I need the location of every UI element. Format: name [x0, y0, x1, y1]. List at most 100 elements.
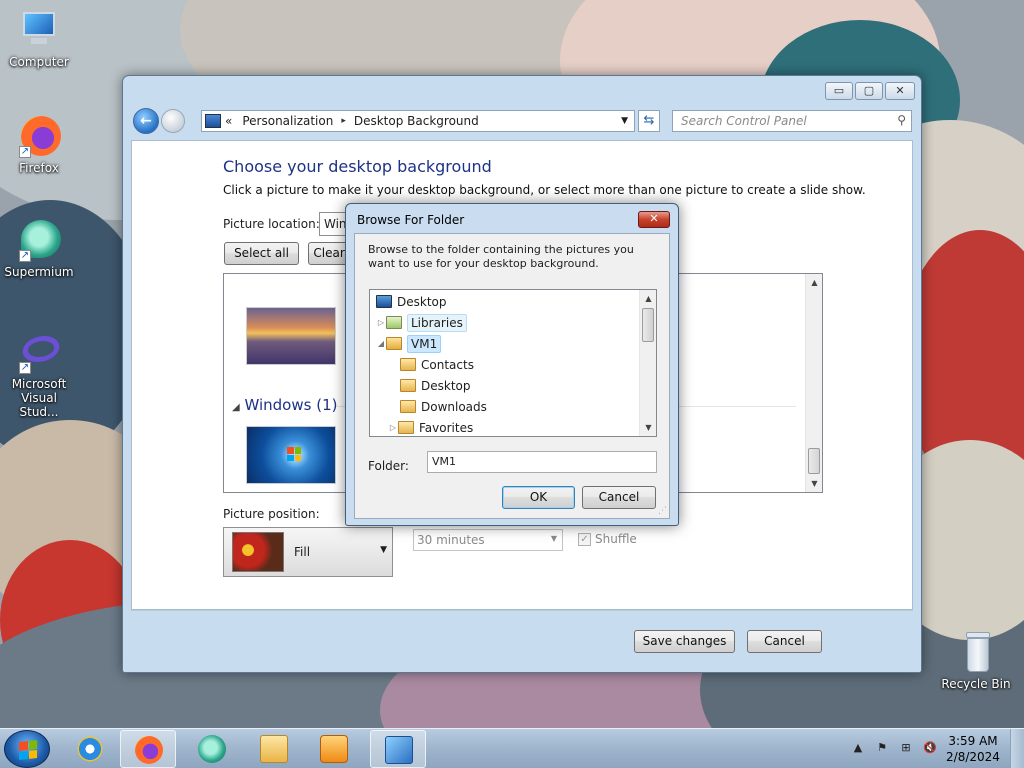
dialog-cancel-button[interactable]: Cancel: [582, 486, 656, 509]
browse-for-folder-dialog: Browse For Folder ✕ Browse to the folder…: [345, 203, 679, 526]
folder-input[interactable]: VM1: [427, 451, 657, 473]
scroll-up-icon[interactable]: ▲: [806, 274, 822, 291]
clock-time: 3:59 AM: [948, 734, 998, 748]
search-icon[interactable]: ⚲: [897, 113, 906, 127]
desktop-icon-supermium[interactable]: ↗ Supermium: [0, 218, 78, 279]
address-bar[interactable]: « Personalization ▸ Desktop Background ▼: [201, 110, 635, 132]
clock-date: 2/8/2024: [946, 750, 1000, 764]
tree-node-label: Favorites: [419, 420, 474, 435]
desktop-icon-label: Microsoft Visual Stud...: [11, 377, 67, 419]
thumbnail-landscape[interactable]: [246, 307, 336, 365]
refresh-button[interactable]: ⇆: [638, 110, 660, 132]
tree-node-desktop-sub[interactable]: Desktop: [400, 375, 471, 396]
breadcrumb-separator-icon[interactable]: ▸: [341, 116, 346, 126]
folder-label: Folder:: [368, 459, 409, 473]
maximize-button[interactable]: ▢: [855, 82, 883, 100]
gallery-scrollbar[interactable]: ▲ ▼: [805, 274, 822, 492]
refresh-icon: ⇆: [643, 113, 655, 128]
navigation-bar: ← « Personalization ▸ Desktop Background…: [131, 106, 913, 136]
computer-icon: [17, 8, 61, 52]
favorites-folder-icon: [398, 421, 414, 434]
dropdown-arrow-icon: ▼: [380, 545, 387, 555]
address-dropdown-icon[interactable]: ▼: [621, 116, 628, 126]
desktop-icon-recycle-bin[interactable]: Recycle Bin: [936, 630, 1016, 691]
desktop-icon-computer[interactable]: Computer: [0, 8, 78, 69]
tree-node-libraries[interactable]: ▷ Libraries: [376, 312, 467, 333]
ok-button[interactable]: OK: [502, 486, 575, 509]
clock[interactable]: 3:59 AM 2/8/2024: [942, 733, 1004, 765]
picture-position-select[interactable]: Fill ▼: [223, 527, 393, 577]
taskbar-internet-explorer[interactable]: [62, 730, 118, 768]
tree-node-label: Downloads: [421, 399, 487, 414]
cancel-button[interactable]: Cancel: [747, 630, 822, 653]
show-desktop-button[interactable]: [1010, 729, 1024, 768]
desktop-folder-icon: [376, 295, 392, 308]
expand-arrow-icon[interactable]: ▷: [376, 318, 386, 327]
tree-node-desktop[interactable]: Desktop: [376, 291, 447, 312]
thumbnail-windows[interactable]: [246, 426, 336, 484]
tree-node-vm1[interactable]: ◢ VM1: [376, 333, 442, 354]
start-button[interactable]: [4, 730, 50, 768]
breadcrumb-personalization[interactable]: Personalization: [242, 114, 333, 128]
dialog-close-button[interactable]: ✕: [638, 211, 670, 228]
scroll-thumb[interactable]: [642, 308, 654, 342]
action-center-flag-icon[interactable]: ⚑: [874, 741, 890, 757]
tree-node-favorites[interactable]: ▷ Favorites: [388, 417, 474, 436]
tree-node-downloads[interactable]: Downloads: [400, 396, 487, 417]
taskbar-firefox[interactable]: [120, 730, 176, 768]
scroll-thumb[interactable]: [808, 448, 820, 474]
tree-node-contacts[interactable]: Contacts: [400, 354, 474, 375]
collapse-arrow-icon[interactable]: ◢: [376, 339, 386, 348]
show-hidden-icons-icon[interactable]: ▲: [850, 741, 866, 757]
picture-position-label: Picture position:: [223, 507, 320, 521]
tree-node-label: Contacts: [421, 357, 474, 372]
control-panel-icon: [205, 114, 221, 128]
desktop-icon-firefox[interactable]: ↗ Firefox: [0, 114, 78, 175]
tree-node-label: Desktop: [421, 378, 471, 393]
volume-muted-icon[interactable]: 🔇: [922, 741, 938, 757]
firefox-icon: ↗: [17, 114, 61, 158]
system-tray: ▲ ⚑ ⊞ 🔇 3:59 AM 2/8/2024: [846, 729, 1024, 768]
taskbar-supermium[interactable]: [184, 730, 240, 768]
expand-arrow-icon[interactable]: ▷: [388, 423, 398, 432]
tree-node-label: Desktop: [397, 294, 447, 309]
windows-logo-icon: [287, 447, 301, 461]
folder-tree: Desktop ▷ Libraries ◢ VM1 Contacts Deskt…: [369, 289, 657, 437]
network-icon[interactable]: ⊞: [898, 741, 914, 757]
picture-location-label: Picture location:: [223, 217, 320, 231]
media-player-icon: [320, 735, 348, 763]
close-button[interactable]: ✕: [885, 82, 915, 100]
taskbar-file-explorer[interactable]: [246, 730, 302, 768]
desktop-icon-visual-studio[interactable]: ↗ Microsoft Visual Stud...: [0, 330, 78, 419]
save-changes-button[interactable]: Save changes: [634, 630, 735, 653]
scroll-down-icon[interactable]: ▼: [806, 475, 822, 492]
window-controls: ▭ ▢ ✕: [825, 82, 915, 100]
checkbox-check-icon: ✓: [578, 532, 591, 546]
breadcrumb-desktop-background[interactable]: Desktop Background: [354, 114, 479, 128]
shortcut-arrow-icon: ↗: [19, 362, 31, 374]
user-folder-icon: [386, 337, 402, 350]
dialog-title: Browse For Folder: [357, 213, 465, 227]
tree-node-label: VM1: [407, 334, 442, 353]
tree-node-label: Libraries: [407, 313, 467, 332]
minimize-button[interactable]: ▭: [825, 82, 853, 100]
downloads-folder-icon: [400, 400, 416, 413]
tree-scrollbar[interactable]: ▲ ▼: [639, 290, 656, 436]
group-header[interactable]: ◢ Windows (1): [232, 396, 337, 414]
control-panel-icon: [385, 736, 413, 764]
select-all-button[interactable]: Select all: [224, 242, 299, 265]
back-button[interactable]: ←: [133, 108, 159, 134]
group-header-label: Windows (1): [244, 396, 338, 414]
scroll-up-icon[interactable]: ▲: [640, 290, 656, 307]
page-subtitle: Click a picture to make it your desktop …: [223, 183, 866, 197]
search-placeholder: Search Control Panel: [681, 114, 807, 128]
resize-grip-icon[interactable]: ⋰: [658, 506, 667, 516]
search-input[interactable]: Search Control Panel ⚲: [672, 110, 912, 132]
libraries-icon: [386, 316, 402, 329]
taskbar-control-panel[interactable]: [370, 730, 426, 768]
taskbar: ▲ ⚑ ⊞ 🔇 3:59 AM 2/8/2024: [0, 728, 1024, 768]
scroll-down-icon[interactable]: ▼: [640, 419, 656, 436]
desktop-icon-label: Firefox: [19, 161, 59, 175]
forward-button[interactable]: [161, 109, 185, 133]
taskbar-media-player[interactable]: [306, 730, 362, 768]
